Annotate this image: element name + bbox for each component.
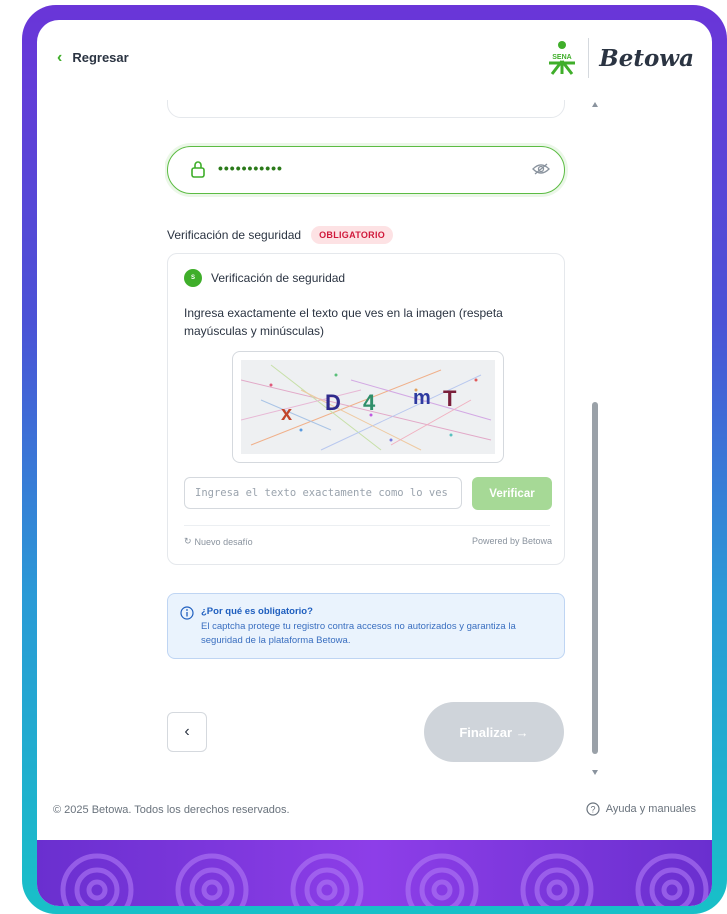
info-box: ¿Por qué es obligatorio? El captcha prot… xyxy=(167,593,565,659)
scrollbar-thumb[interactable] xyxy=(592,402,598,754)
card-divider xyxy=(184,525,550,526)
security-section-label: Verificación de seguridad xyxy=(167,228,302,242)
captcha-image: x D 4 m T xyxy=(241,360,495,454)
back-label: Regresar xyxy=(72,50,129,65)
scroll-down-icon[interactable] xyxy=(592,770,598,775)
finish-button[interactable]: Finalizar → xyxy=(424,702,564,762)
captcha-card-footer: ↻ Nuevo desafío Powered by Betowa xyxy=(184,536,552,547)
previous-input-field[interactable] xyxy=(167,100,565,118)
sena-logo-icon: SENA xyxy=(549,41,576,75)
previous-step-button[interactable]: ‹ xyxy=(167,712,207,752)
required-badge: OBLIGATORIO xyxy=(311,226,394,244)
registration-window: ‹ Regresar SENA Betowa ••••••••••• Verif… xyxy=(37,20,712,906)
help-icon: ? xyxy=(586,802,600,816)
lock-icon xyxy=(191,161,205,178)
eye-icon[interactable] xyxy=(532,162,550,176)
password-field[interactable]: ••••••••••• xyxy=(167,146,565,194)
new-challenge-link[interactable]: ↻ Nuevo desafío xyxy=(184,536,253,547)
captcha-char: T xyxy=(443,386,457,411)
info-question: ¿Por qué es obligatorio? xyxy=(201,606,313,617)
refresh-icon: ↻ xyxy=(184,536,192,546)
brand-name: Betowa xyxy=(599,44,694,72)
security-section-header: Verificación de seguridad OBLIGATORIO xyxy=(167,226,394,244)
info-text: El captcha protege tu registro contra ac… xyxy=(201,621,516,646)
powered-by-label: Powered by Betowa xyxy=(471,536,552,546)
sena-text: SENA xyxy=(553,54,572,61)
captcha-instruction: Ingresa exactamente el texto que ves en … xyxy=(184,306,503,338)
top-bar: ‹ Regresar SENA Betowa xyxy=(37,20,712,100)
copyright-text: © 2025 Betowa. Todos los derechos reserv… xyxy=(53,804,290,816)
captcha-image-frame: x D 4 m T xyxy=(232,351,504,463)
swirl-pattern xyxy=(60,853,709,906)
brand-logo: SENA Betowa xyxy=(546,38,694,78)
new-challenge-label: Nuevo desafío xyxy=(194,536,253,547)
captcha-char: D xyxy=(325,390,341,415)
scrollbar[interactable] xyxy=(589,100,603,780)
captcha-char: m xyxy=(413,387,431,409)
captcha-card-title: Verificación de seguridad xyxy=(211,271,346,285)
decorative-band xyxy=(37,840,712,906)
help-link[interactable]: ? Ayuda y manuales xyxy=(586,802,696,816)
back-link[interactable]: ‹ Regresar xyxy=(57,48,129,66)
sena-badge-icon: S xyxy=(184,269,202,287)
form-scroll-area: ••••••••••• Verificación de seguridad OB… xyxy=(165,100,603,780)
captcha-card-header: S Verificación de seguridad xyxy=(184,269,345,287)
password-value: ••••••••••• xyxy=(218,160,283,176)
scroll-up-icon[interactable] xyxy=(592,102,598,107)
help-label: Ayuda y manuales xyxy=(605,803,696,815)
captcha-char: 4 xyxy=(363,390,376,415)
captcha-char: x xyxy=(281,403,292,425)
captcha-card: S Verificación de seguridad Ingresa exac… xyxy=(167,253,565,565)
logo-divider xyxy=(588,38,590,78)
svg-text:?: ? xyxy=(590,805,595,815)
captcha-input[interactable] xyxy=(184,477,462,509)
info-icon xyxy=(180,606,194,620)
chevron-left-icon: ‹ xyxy=(57,48,63,66)
verify-button[interactable]: Verificar xyxy=(472,477,552,510)
page-footer: © 2025 Betowa. Todos los derechos reserv… xyxy=(37,800,712,822)
